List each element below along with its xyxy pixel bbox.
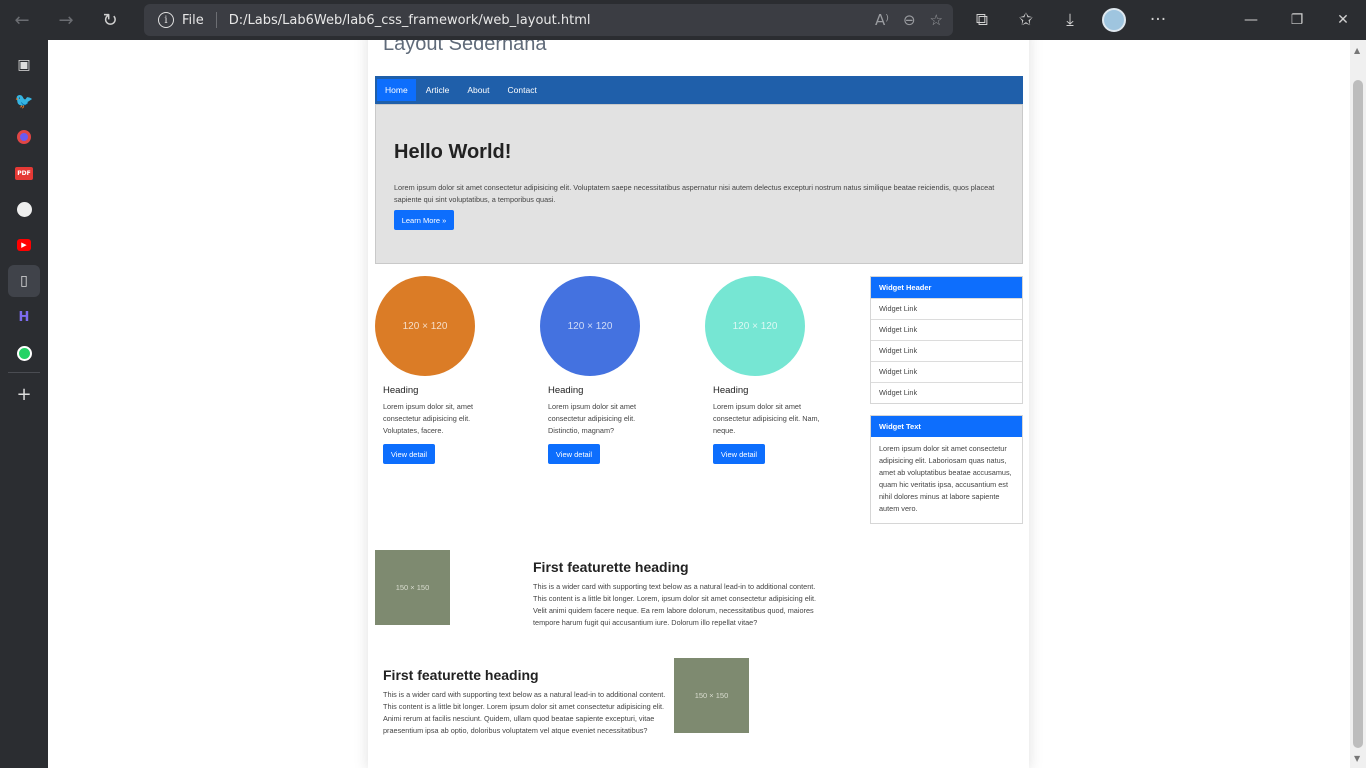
card-heading: Heading	[548, 385, 584, 396]
card-text: Lorem ipsum dolor sit amet consectetur a…	[548, 402, 637, 435]
sidebar-toggle-icon[interactable]: ▣	[8, 49, 40, 81]
whatsapp-icon[interactable]	[8, 337, 40, 369]
twitter-icon[interactable]: 🐦	[8, 85, 40, 117]
widget-link[interactable]: Widget Link	[871, 319, 1022, 340]
widget-link[interactable]: Widget Link	[871, 340, 1022, 361]
card-image-placeholder: 120 × 120	[705, 276, 805, 376]
pdf-icon[interactable]: PDF	[8, 157, 40, 189]
extensions-icon[interactable]: ⧉	[960, 0, 1004, 40]
widget-text-body: Lorem ipsum dolor sit amet consectetur a…	[879, 444, 1012, 513]
view-detail-button[interactable]: View detail	[713, 444, 765, 464]
nav-home[interactable]: Home	[377, 79, 416, 101]
hero-jumbotron: Hello World! Lorem ipsum dolor sit amet …	[375, 104, 1023, 264]
learn-more-button[interactable]: Learn More »	[394, 210, 454, 230]
chrome-icon[interactable]	[8, 121, 40, 153]
scrollbar-thumb[interactable]	[1353, 80, 1363, 748]
nav-about[interactable]: About	[459, 79, 497, 101]
widget-text: Widget Text Lorem ipsum dolor sit amet c…	[870, 415, 1023, 524]
card-text: Lorem ipsum dolor sit amet consectetur a…	[713, 402, 820, 435]
card-heading: Heading	[383, 385, 419, 396]
site-container: Layout Sederhana Home Article About Cont…	[368, 40, 1029, 768]
featurette-text: This is a wider card with supporting tex…	[383, 690, 666, 735]
read-aloud-icon[interactable]: A⁾	[875, 11, 889, 29]
card-text: Lorem ipsum dolor sit, amet consectetur …	[383, 402, 474, 435]
more-icon[interactable]: ···	[1136, 0, 1180, 40]
nav-article[interactable]: Article	[418, 79, 458, 101]
nav-contact[interactable]: Contact	[500, 79, 545, 101]
widget-links: Widget Header Widget Link Widget Link Wi…	[870, 276, 1023, 404]
featurette-heading: First featurette heading	[383, 667, 539, 683]
hero-heading: Hello World!	[394, 141, 512, 163]
back-icon[interactable]: ←	[0, 0, 44, 40]
add-icon[interactable]: +	[8, 378, 40, 410]
view-detail-button[interactable]: View detail	[548, 444, 600, 464]
profile-avatar[interactable]	[1092, 0, 1136, 40]
card-image-placeholder: 120 × 120	[540, 276, 640, 376]
featurette-heading: First featurette heading	[533, 559, 689, 575]
document-icon[interactable]: ▯	[8, 265, 40, 297]
hasura-icon[interactable]: H	[8, 301, 40, 333]
address-separator	[215, 12, 217, 28]
view-detail-button[interactable]: View detail	[383, 444, 435, 464]
zoom-icon[interactable]: ⊖	[903, 11, 916, 29]
featurette-image-placeholder: 150 × 150	[674, 658, 749, 733]
page-scrollbar[interactable]: ▲ ▼	[1350, 40, 1366, 768]
widget-header: Widget Header	[871, 277, 1022, 298]
widget-text-header: Widget Text	[871, 416, 1022, 437]
hero-text: Lorem ipsum dolor sit amet consectetur a…	[394, 183, 995, 204]
favorite-add-icon[interactable]: ☆	[930, 11, 943, 29]
forward-icon[interactable]: →	[44, 0, 88, 40]
sidebar-divider	[8, 372, 40, 373]
address-bar[interactable]: i File D:/Labs/Lab6Web/lab6_css_framewor…	[144, 4, 953, 36]
close-icon[interactable]: ✕	[1320, 0, 1366, 40]
widget-link[interactable]: Widget Link	[871, 298, 1022, 319]
restore-icon[interactable]: ❐	[1274, 0, 1320, 40]
info-icon[interactable]: i	[158, 12, 174, 28]
site-title: Layout Sederhana	[383, 40, 547, 55]
address-prefix: File	[182, 12, 204, 28]
minimize-icon[interactable]: —	[1228, 0, 1274, 40]
featurette-image-placeholder: 150 × 150	[375, 550, 450, 625]
browser-sidebar: ▣ 🐦 PDF ▶ ▯ H +	[0, 40, 48, 768]
page-viewport: Layout Sederhana Home Article About Cont…	[48, 40, 1350, 768]
address-url[interactable]: D:/Labs/Lab6Web/lab6_css_framework/web_l…	[229, 13, 591, 28]
youtube-icon[interactable]: ▶	[8, 229, 40, 261]
favorites-icon[interactable]: ✩	[1004, 0, 1048, 40]
card-heading: Heading	[713, 385, 749, 396]
widget-link[interactable]: Widget Link	[871, 382, 1022, 403]
card-image-placeholder: 120 × 120	[375, 276, 475, 376]
scroll-up-icon[interactable]: ▲	[1354, 46, 1360, 55]
refresh-icon[interactable]: ↻	[88, 0, 132, 40]
scroll-down-icon[interactable]: ▼	[1354, 754, 1360, 763]
download-icon[interactable]: ⤓	[1048, 0, 1092, 40]
widget-link[interactable]: Widget Link	[871, 361, 1022, 382]
github-icon[interactable]	[8, 193, 40, 225]
site-navbar: Home Article About Contact	[375, 76, 1023, 104]
featurette-text: This is a wider card with supporting tex…	[533, 582, 817, 627]
